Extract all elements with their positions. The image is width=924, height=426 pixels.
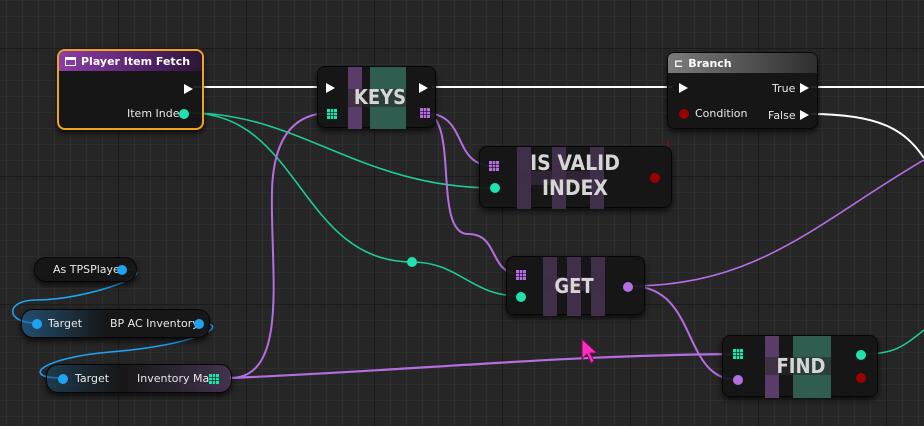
bp-ac-target-label: Target (48, 317, 83, 330)
find-bool-out-pin[interactable] (856, 373, 866, 383)
exec-out-pin[interactable] (184, 84, 193, 94)
keys-title: KEYS (353, 85, 407, 109)
as-tps-player-node[interactable]: As TPSPlayer (34, 257, 137, 282)
branch-true-label: True (772, 82, 796, 95)
branch-false-pin[interactable] (800, 110, 809, 120)
branch-header[interactable]: ⊏ Branch (668, 53, 817, 73)
as-tps-player-out-pin[interactable] (117, 265, 127, 275)
get-index-in-pin[interactable] (516, 292, 526, 302)
keys-exec-out[interactable] (419, 83, 428, 93)
item-index-pin[interactable] (179, 109, 189, 119)
branch-node[interactable]: ⊏ Branch True Condition False (667, 52, 818, 129)
keys-exec-in[interactable] (326, 83, 335, 93)
find-map-in-pin[interactable] (733, 349, 743, 359)
is-valid-index-title-line1: IS VALID (530, 151, 620, 175)
inventory-map-out-pin[interactable] (209, 374, 219, 384)
player-item-fetch-header[interactable]: Player Item Fetch (59, 51, 202, 71)
inventory-map-target-pin[interactable] (58, 374, 68, 384)
branch-false-label: False (768, 109, 796, 122)
isvalid-index-in-pin[interactable] (490, 183, 500, 193)
bp-ac-target-pin[interactable] (32, 319, 42, 329)
inventory-map-node[interactable]: Target Inventory Map (46, 364, 232, 393)
wire-get-out-right (629, 159, 924, 287)
is-valid-index-node[interactable]: IS VALID INDEX (479, 146, 672, 209)
keys-array-out-pin[interactable] (420, 108, 430, 118)
get-title: GET (554, 274, 594, 298)
map-wire-inventory-keys (229, 112, 331, 379)
branch-condition-pin[interactable] (679, 109, 689, 119)
bp-ac-inventory-out-pin[interactable] (194, 319, 204, 329)
isvalid-array-in-pin[interactable] (489, 161, 499, 171)
player-item-fetch-node[interactable]: Player Item Fetch Item Index (57, 49, 204, 130)
branch-icon: ⊏ (674, 56, 684, 70)
branch-title: Branch (688, 56, 732, 70)
bp-ac-inventory-label: BP AC Inventory (110, 317, 199, 330)
mouse-cursor-icon (581, 337, 599, 364)
map-wire-inventory-find (229, 352, 741, 380)
branch-condition-label: Condition (695, 107, 748, 120)
is-valid-index-title: IS VALID INDEX (520, 151, 630, 201)
get-array-in-pin[interactable] (516, 270, 526, 280)
player-item-fetch-title: Player Item Fetch (81, 54, 191, 68)
is-valid-index-title-line2: INDEX (541, 176, 608, 201)
reroute-knot[interactable] (407, 257, 417, 267)
inventory-map-label: Inventory Map (137, 372, 217, 385)
keys-node[interactable]: KEYS (317, 66, 436, 129)
get-node[interactable]: GET (506, 256, 645, 316)
branch-true-pin[interactable] (800, 83, 809, 93)
int-wire-index-get (189, 112, 521, 297)
inventory-map-target-label: Target (75, 372, 110, 385)
get-out-pin[interactable] (623, 282, 633, 292)
as-tps-player-label: As TPSPlayer (53, 263, 125, 276)
find-node[interactable]: FIND (722, 335, 878, 398)
keys-map-in-pin[interactable] (327, 109, 337, 119)
find-value-out-pin[interactable] (856, 350, 866, 360)
bp-ac-inventory-node[interactable]: Target BP AC Inventory (21, 309, 210, 338)
isvalid-bool-out-pin[interactable] (650, 173, 660, 183)
find-title: FIND (776, 354, 826, 378)
find-key-in-pin[interactable] (733, 375, 743, 385)
exec-wire-false (809, 113, 924, 159)
branch-exec-in[interactable] (679, 83, 688, 93)
function-icon (65, 56, 76, 66)
item-index-label: Item Index (127, 107, 186, 120)
